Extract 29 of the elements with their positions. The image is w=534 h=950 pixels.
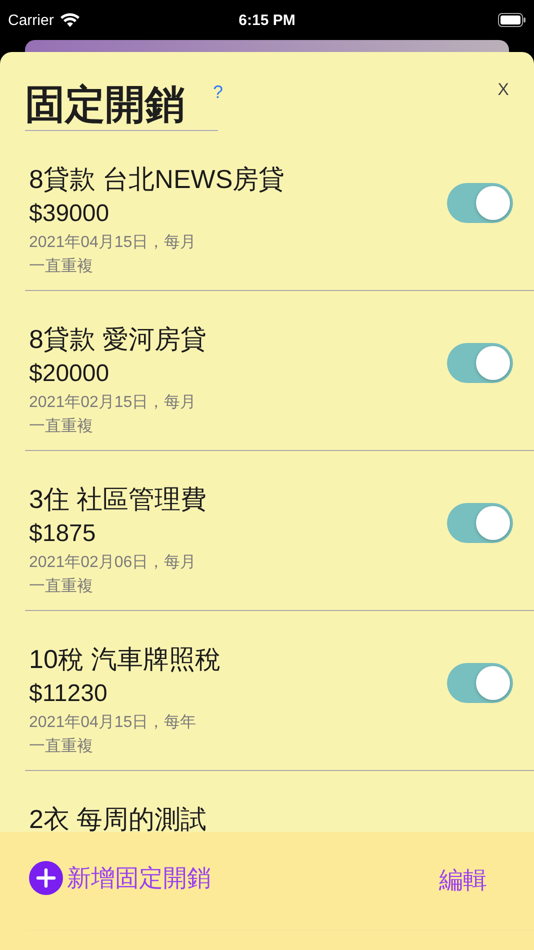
toggle-switch[interactable] bbox=[447, 343, 513, 383]
wifi-icon bbox=[60, 12, 80, 28]
expense-amount: $11230 bbox=[29, 679, 108, 709]
add-expense-button[interactable]: 新增固定開銷 bbox=[29, 861, 211, 895]
expense-repeat: 一直重複 bbox=[29, 736, 93, 757]
toggle-switch[interactable] bbox=[447, 183, 513, 223]
expense-schedule: 2021年02月06日，每月 bbox=[29, 553, 196, 573]
clock-time: 6:15 PM bbox=[238, 12, 296, 28]
battery-icon bbox=[498, 13, 526, 27]
expense-schedule: 2021年04月15日，每月 bbox=[29, 233, 196, 253]
expense-title: 3住 社區管理費 bbox=[29, 483, 207, 516]
expense-repeat: 一直重複 bbox=[29, 416, 93, 437]
expense-amount: $20000 bbox=[29, 359, 110, 389]
plus-icon bbox=[29, 861, 63, 895]
edit-button[interactable]: 編輯 bbox=[439, 864, 487, 896]
expense-amount: $39000 bbox=[29, 199, 110, 229]
expense-schedule: 2021年04月15日，每年 bbox=[29, 713, 196, 733]
expense-amount: $1875 bbox=[29, 519, 96, 549]
expense-title: 8貸款 愛河房貸 bbox=[29, 323, 207, 356]
expense-repeat: 一直重複 bbox=[29, 256, 93, 277]
expense-title: 2衣 每周的測試 bbox=[29, 803, 207, 836]
expense-title: 8貸款 台北NEWS房貸 bbox=[29, 163, 285, 196]
expense-title: 10稅 汽車牌照稅 bbox=[29, 643, 222, 676]
expense-repeat: 一直重複 bbox=[29, 576, 93, 597]
toggle-switch[interactable] bbox=[447, 503, 513, 543]
toggle-switch[interactable] bbox=[447, 663, 513, 703]
carrier-label: Carrier bbox=[8, 12, 54, 28]
expense-schedule: 2021年02月15日，每月 bbox=[29, 393, 196, 413]
close-button[interactable]: X bbox=[498, 80, 509, 100]
